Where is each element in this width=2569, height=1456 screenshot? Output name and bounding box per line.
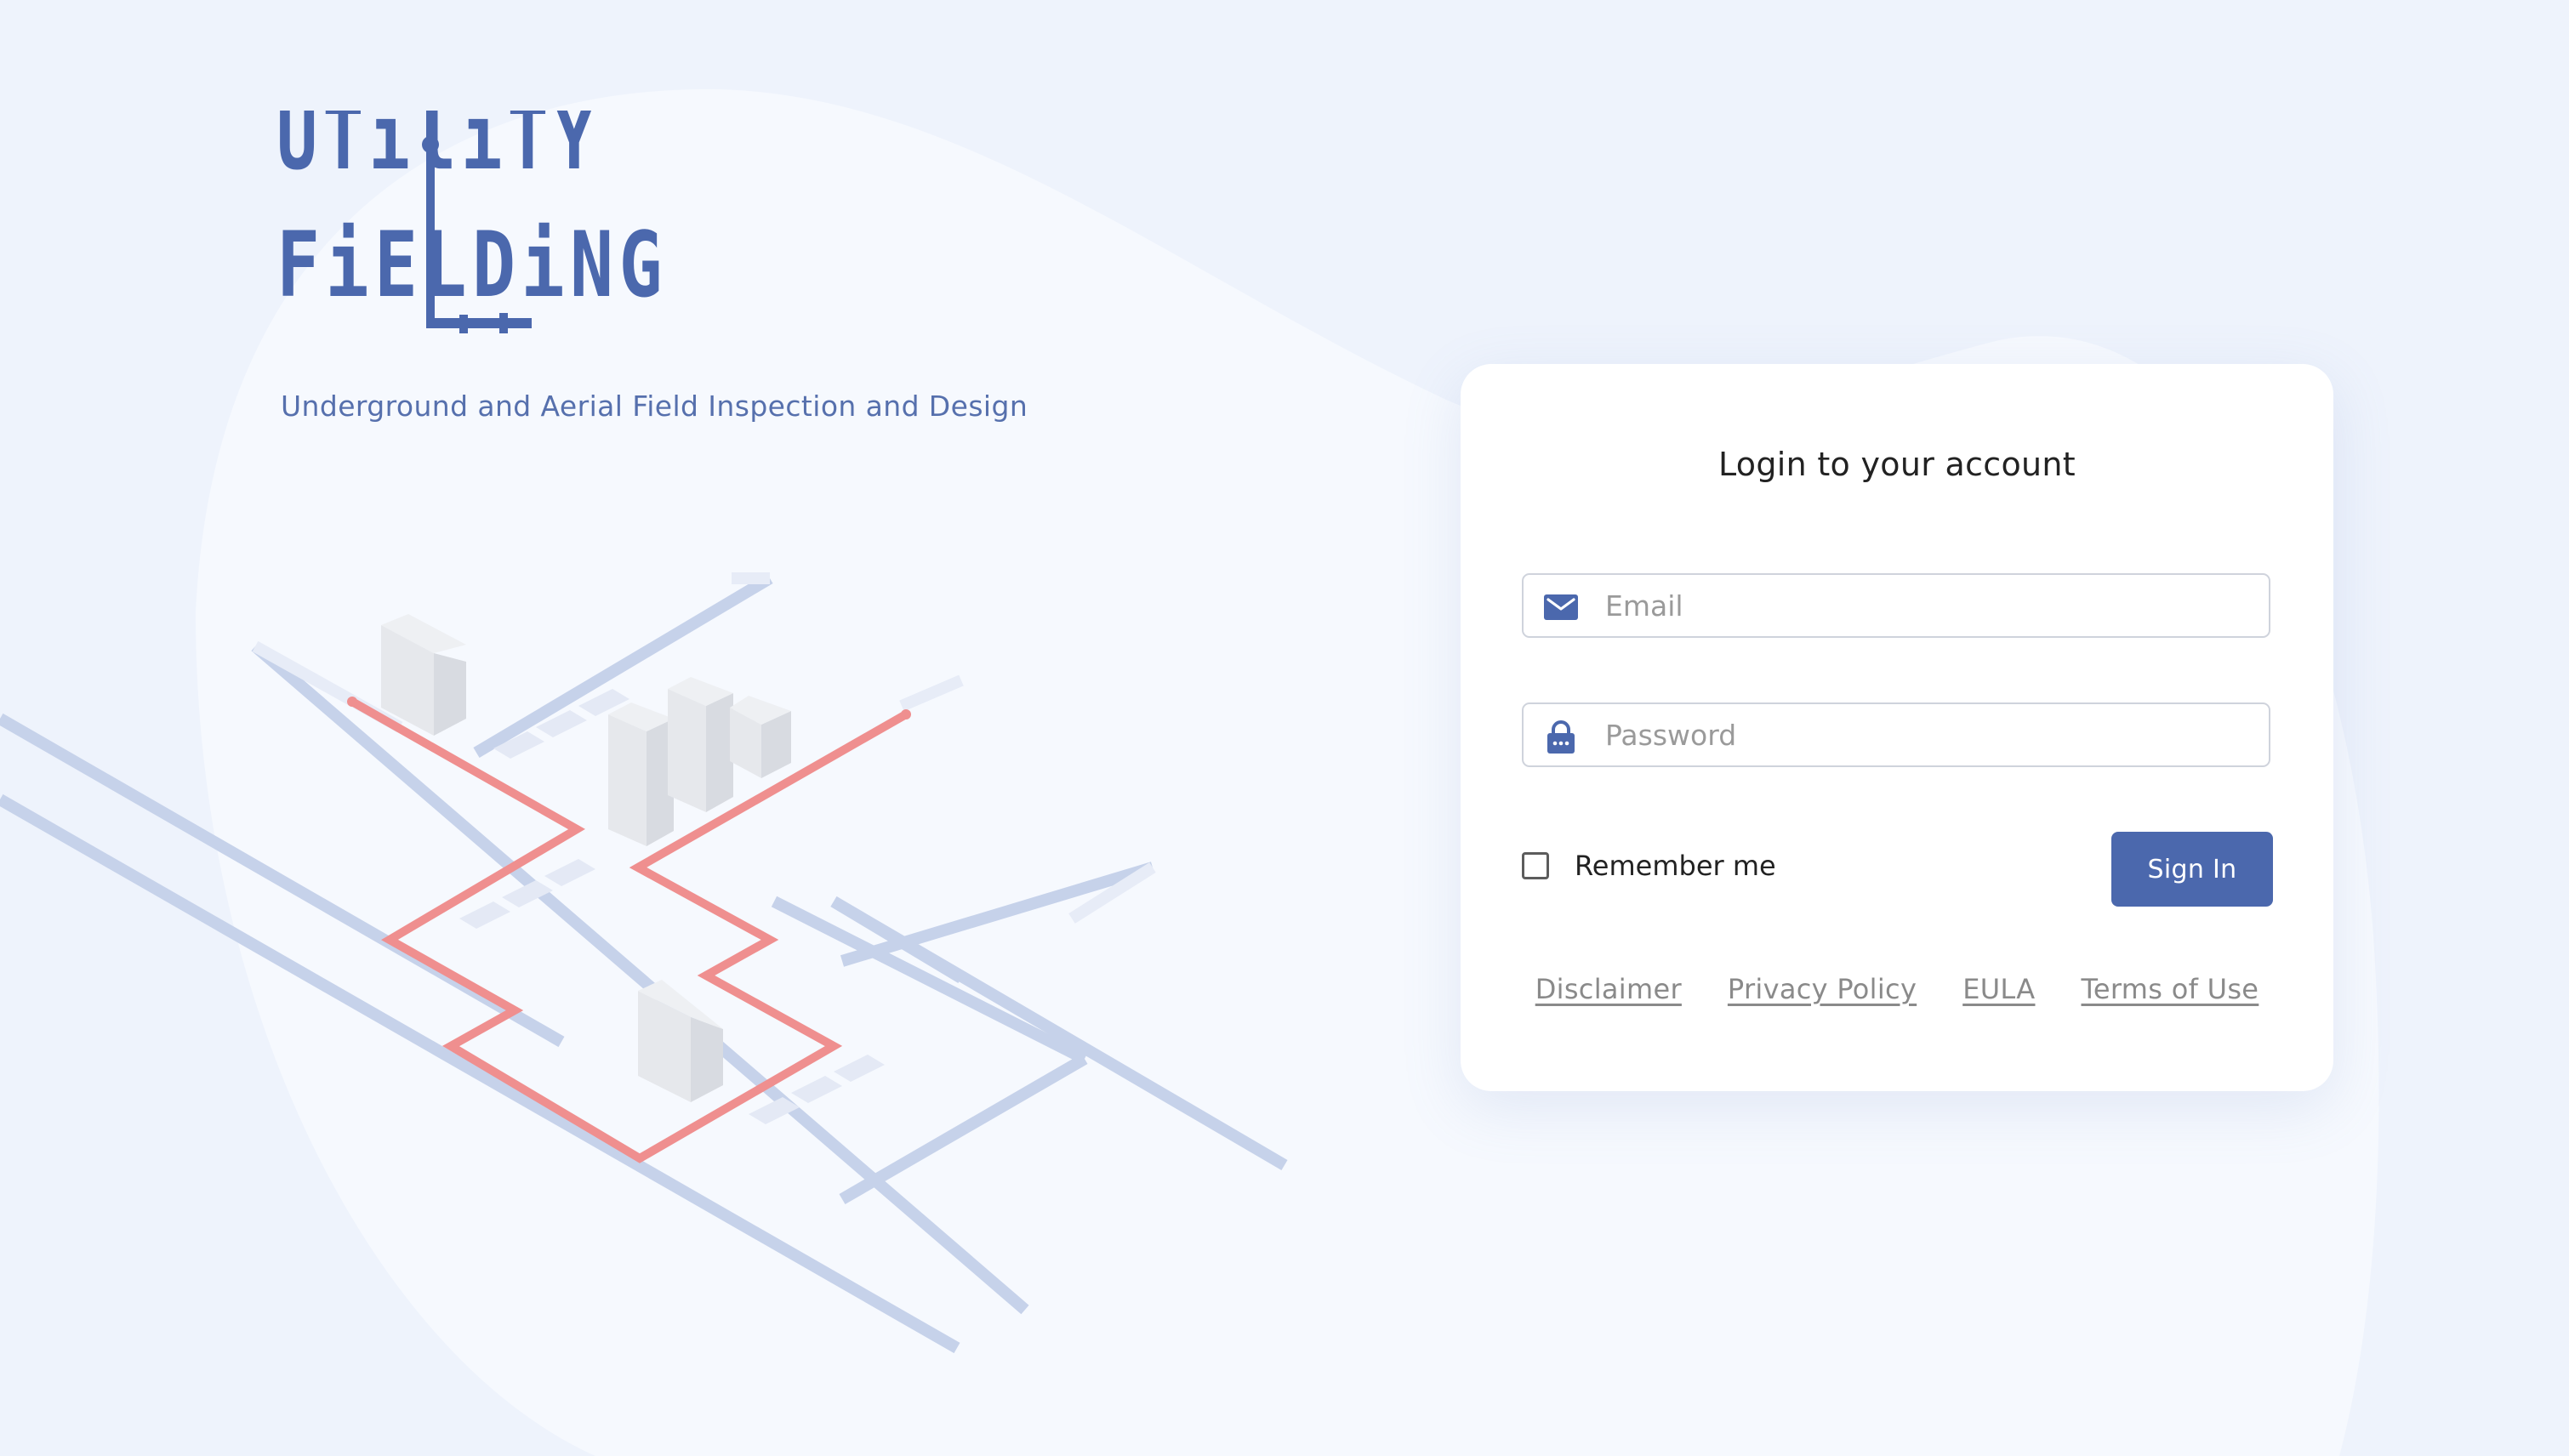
login-card: Login to your account Remember me Sign I… <box>1461 364 2333 1091</box>
eula-link[interactable]: EULA <box>1962 973 2035 1005</box>
tagline: Underground and Aerial Field Inspection … <box>281 390 1028 423</box>
disclaimer-link[interactable]: Disclaimer <box>1535 973 1682 1005</box>
terms-of-use-link[interactable]: Terms of Use <box>2081 973 2259 1005</box>
lock-icon <box>1544 719 1578 754</box>
privacy-policy-link[interactable]: Privacy Policy <box>1728 973 1917 1005</box>
svg-text:UTiliTY: UTiliTY <box>276 111 600 190</box>
svg-text:FiELDiNG: FiELDiNG <box>276 213 668 317</box>
remember-me-checkbox[interactable] <box>1522 852 1549 879</box>
password-field[interactable] <box>1522 702 2270 767</box>
footer-links: Disclaimer Privacy Policy EULA Terms of … <box>1461 973 2333 1005</box>
remember-me-row[interactable]: Remember me <box>1522 849 1776 883</box>
email-field[interactable] <box>1522 573 2270 638</box>
email-input[interactable] <box>1605 575 2252 636</box>
utility-fielding-logo: UTiliTY FiELDiNG <box>276 111 676 340</box>
login-title: Login to your account <box>1717 446 2076 483</box>
password-input[interactable] <box>1605 704 2252 765</box>
sign-in-button[interactable]: Sign In <box>2111 832 2273 907</box>
isometric-street-illustration <box>0 572 1288 1354</box>
remember-me-label[interactable]: Remember me <box>1575 850 1776 882</box>
envelope-icon <box>1544 590 1578 624</box>
